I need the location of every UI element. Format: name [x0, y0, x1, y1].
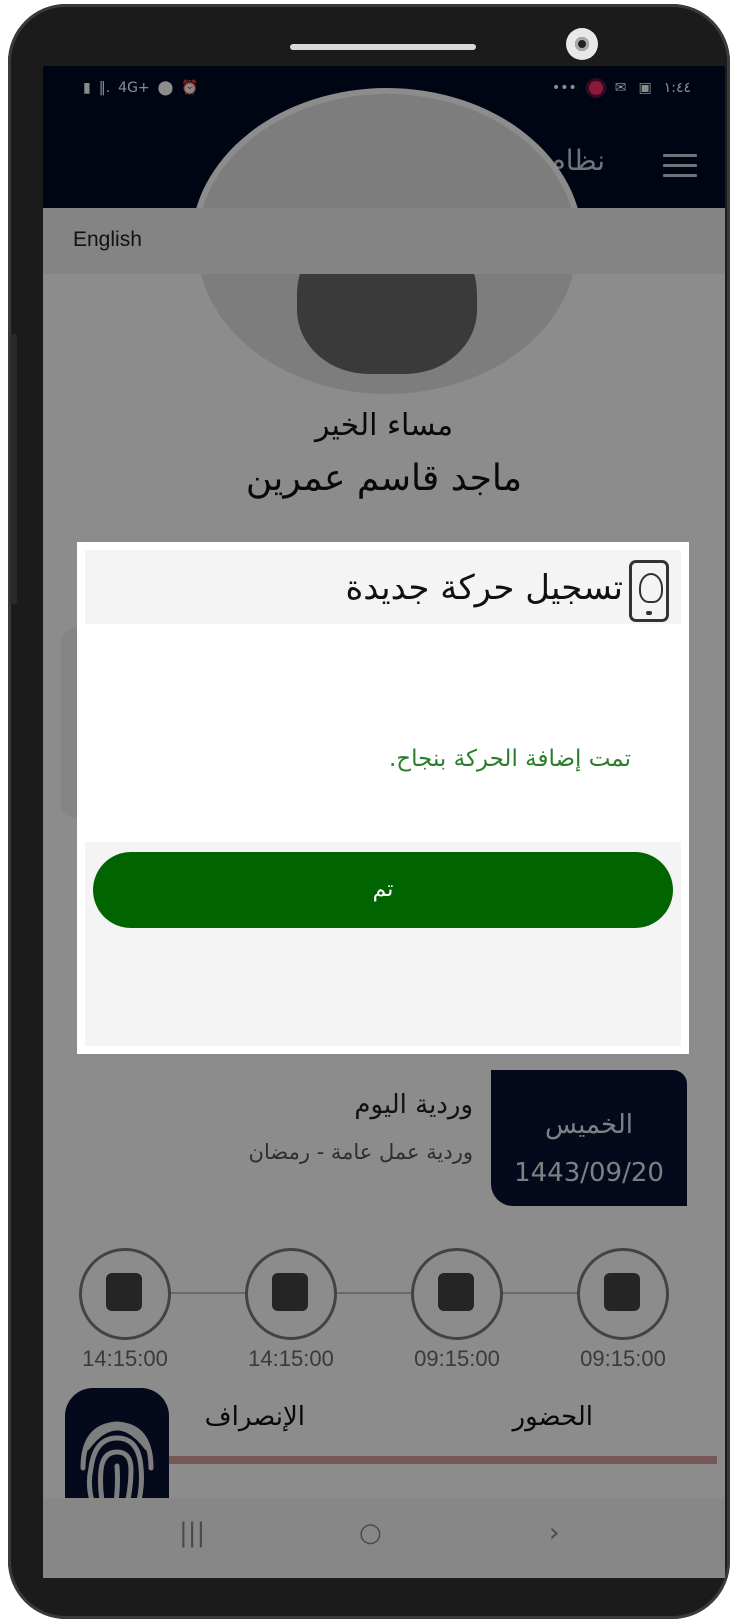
- dialog-header: تسجيل حركة جديدة: [85, 550, 681, 624]
- screen: ▮ ‖. 4G+ ⬤ ⏰ ••• ✉ ▣ ١:٤٤ نظام الحضور وا…: [43, 66, 725, 1578]
- speaker-slot: [290, 44, 476, 50]
- ok-button[interactable]: تم: [93, 852, 673, 928]
- device-frame: ▮ ‖. 4G+ ⬤ ⏰ ••• ✉ ▣ ١:٤٤ نظام الحضور وا…: [8, 4, 730, 1619]
- side-button: [10, 334, 17, 604]
- dialog-footer: تم: [85, 842, 681, 1046]
- camera-icon: [566, 28, 598, 60]
- dialog-message: تمت إضافة الحركة بنجاح.: [388, 746, 631, 772]
- phone-fingerprint-icon: [629, 560, 669, 622]
- success-dialog: تسجيل حركة جديدة تمت إضافة الحركة بنجاح.…: [77, 542, 689, 1054]
- dialog-title: تسجيل حركة جديدة: [345, 568, 623, 608]
